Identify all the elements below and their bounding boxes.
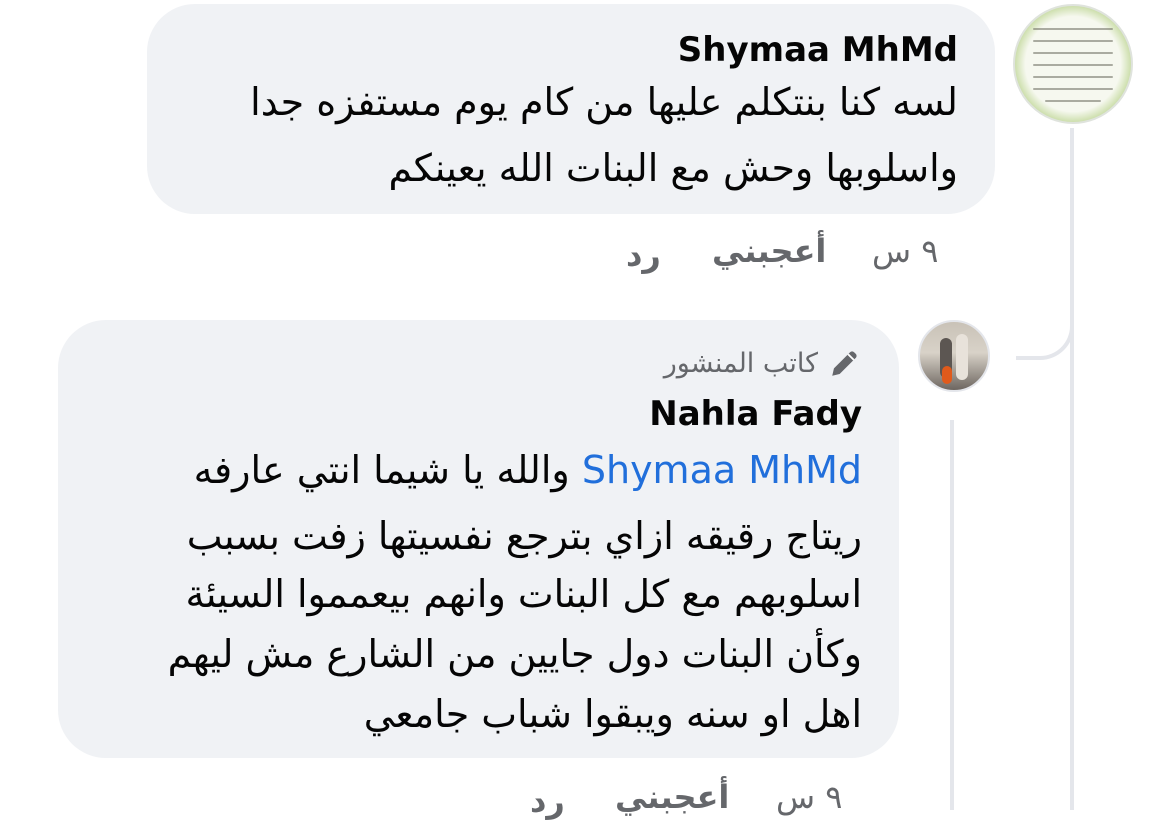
mention-link[interactable]: Shymaa MhMd bbox=[582, 448, 862, 492]
comment-author[interactable]: Shymaa MhMd bbox=[678, 30, 958, 70]
comment-text-line: لسه كنا بنتكلم عليها من كام يوم مستفزه ج… bbox=[250, 80, 958, 124]
comment-text-line: ريتاج رقيقه ازاي بترجع نفسيتها زفت بسبب bbox=[186, 514, 862, 558]
reply-button[interactable]: رد bbox=[530, 782, 565, 820]
like-button[interactable]: أعجبني bbox=[615, 778, 729, 816]
avatar[interactable] bbox=[1013, 4, 1133, 124]
comment-text-line: Shymaa MhMd والله يا شيما انتي عارفه bbox=[194, 444, 862, 497]
like-button[interactable]: أعجبني bbox=[712, 232, 826, 270]
comment-author[interactable]: Nahla Fady bbox=[649, 394, 862, 434]
comment-text-line: اسلوبهم مع كل البنات وانهم بيعمموا السيئ… bbox=[185, 572, 862, 616]
reply-connector bbox=[1016, 290, 1074, 360]
comment-text-line: واسلوبها وحش مع البنات الله يعينكم bbox=[388, 146, 958, 190]
comment-text-line: اهل او سنه ويبقوا شباب جامعي bbox=[363, 692, 862, 736]
avatar[interactable] bbox=[918, 320, 990, 392]
thread-line-nested bbox=[950, 420, 954, 810]
author-badge: كاتب المنشور bbox=[664, 346, 862, 380]
reply-button[interactable]: رد bbox=[626, 236, 661, 274]
thread-line bbox=[1070, 128, 1074, 810]
comment-timestamp[interactable]: ٩ س bbox=[776, 778, 842, 816]
comment-timestamp[interactable]: ٩ س bbox=[872, 232, 938, 270]
pen-icon bbox=[828, 346, 862, 380]
comment-text-line: وكأن البنات دول جايين من الشارع مش ليهم bbox=[167, 632, 862, 676]
author-badge-label: كاتب المنشور bbox=[663, 347, 818, 379]
comment-text: والله يا شيما انتي عارفه bbox=[193, 448, 570, 492]
